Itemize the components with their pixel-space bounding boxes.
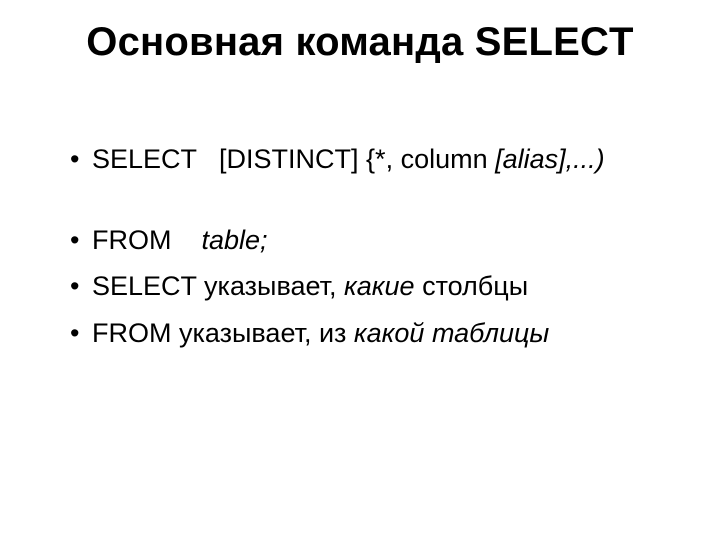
slide-body: • SELECT [DISTINCT] {*, column [alias],..… <box>0 139 720 353</box>
bullet-text: FROM table; <box>92 220 268 261</box>
bullet-marker: • <box>70 139 92 180</box>
kw-from: FROM <box>92 225 171 255</box>
select-syntax-italic: [alias],...) <box>488 144 605 174</box>
bullet-marker: • <box>70 313 92 354</box>
from-table: table; <box>201 225 267 255</box>
bullet-text: FROM указывает, из какой таблицы <box>92 313 549 354</box>
bullet-text: SELECT указывает, какие столбцы <box>92 266 528 307</box>
slide-title: Основная команда SELECT <box>0 20 720 65</box>
bullet-text: SELECT [DISTINCT] {*, column [alias],...) <box>92 139 605 180</box>
select-syntax-plain: [DISTINCT] {*, column <box>219 144 488 174</box>
bullet-marker: • <box>70 266 92 307</box>
bullet-item: • FROM указывает, из какой таблицы <box>70 313 680 354</box>
b4-prefix: FROM указывает, из <box>92 318 354 348</box>
kw-select: SELECT <box>92 144 197 174</box>
bullet-marker: • <box>70 220 92 261</box>
bullet-item: • SELECT указывает, какие столбцы <box>70 266 680 307</box>
b4-italic: какой таблицы <box>354 318 549 348</box>
bullet-item: • SELECT [DISTINCT] {*, column [alias],..… <box>70 139 680 180</box>
b3-suffix: столбцы <box>415 271 529 301</box>
b3-prefix: SELECT указывает, <box>92 271 344 301</box>
bullet-item: • FROM table; <box>70 220 680 261</box>
b3-italic: какие <box>344 271 415 301</box>
